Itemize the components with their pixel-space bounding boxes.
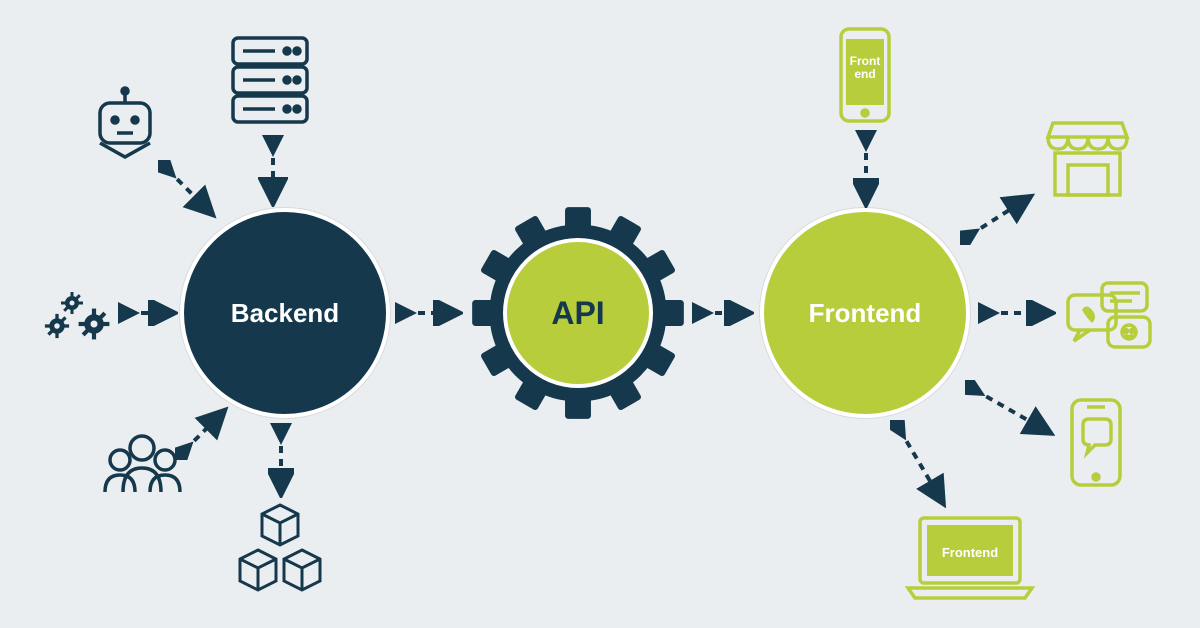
bidirectional-arrow-icon <box>158 160 218 220</box>
robot-icon <box>85 85 165 165</box>
bidirectional-arrow-icon <box>960 190 1035 245</box>
server-stack-icon <box>225 30 315 130</box>
phone-message-icon <box>1065 395 1127 490</box>
backend-label: Backend <box>231 298 339 329</box>
bidirectional-arrow-icon <box>268 423 294 498</box>
storefront-icon <box>1040 115 1135 200</box>
bidirectional-arrow-icon <box>258 135 288 207</box>
phone-icon: Front end <box>835 25 895 125</box>
api-label: API <box>551 295 604 332</box>
gears-icon <box>40 275 120 350</box>
frontend-node: Frontend <box>760 208 970 418</box>
bidirectional-arrow-icon <box>965 380 1055 440</box>
packages-icon <box>230 500 330 595</box>
laptop-screen-label: Frontend <box>932 545 1008 560</box>
chat-bubbles-icon <box>1060 275 1155 355</box>
bidirectional-arrow-icon <box>853 130 879 208</box>
api-node: API <box>470 205 686 421</box>
laptop-icon: Frontend <box>900 510 1040 605</box>
frontend-label: Frontend <box>809 298 922 329</box>
bidirectional-arrow-icon <box>978 300 1056 326</box>
bidirectional-arrow-icon <box>890 420 950 508</box>
phone-screen-label: Front end <box>849 55 881 81</box>
bidirectional-arrow-icon <box>692 300 754 326</box>
backend-node: Backend <box>180 208 390 418</box>
bidirectional-arrow-icon <box>395 300 463 326</box>
bidirectional-arrow-icon <box>175 405 230 460</box>
bidirectional-arrow-icon <box>118 300 178 326</box>
api-inner: API <box>503 238 653 388</box>
